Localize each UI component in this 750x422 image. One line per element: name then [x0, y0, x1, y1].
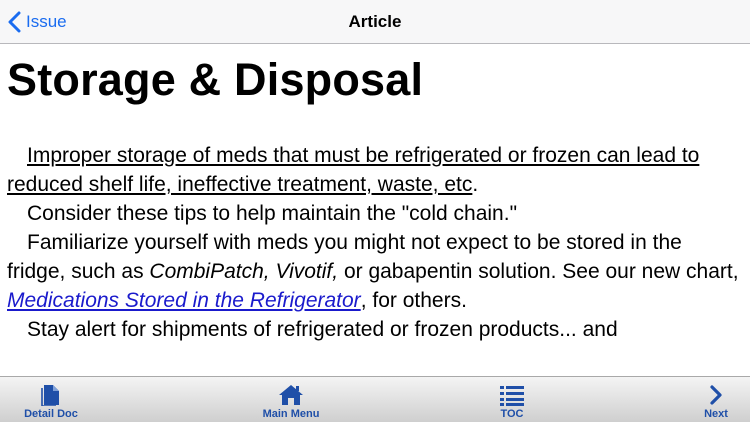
home-icon	[278, 377, 304, 406]
bottom-toolbar: Detail Doc Main Menu TOC Next	[0, 376, 750, 422]
main-menu-button[interactable]: Main Menu	[256, 377, 326, 422]
chevron-right-icon	[709, 377, 723, 406]
next-label: Next	[704, 408, 728, 420]
paragraph-1: Improper storage of meds that must be re…	[7, 141, 743, 199]
paragraph-3-text-c: , for others.	[360, 289, 467, 312]
paragraph-2: Consider these tips to help maintain the…	[27, 202, 518, 225]
refrigerated-meds-chart-link[interactable]: Medications Stored in the Refrigerator	[7, 289, 361, 312]
app-screen: Issue Article Storage & Disposal Imprope…	[0, 0, 750, 422]
toc-button[interactable]: TOC	[490, 377, 534, 422]
paragraph-1-period: .	[472, 173, 479, 196]
paragraph-3-drug-names: CombiPatch, Vivotif,	[149, 260, 339, 283]
paragraph-3: Familiarize yourself with meds you might…	[7, 228, 743, 315]
paragraph-3-text-b: or gabapentin solution. See our new char…	[338, 260, 739, 283]
article-title: Storage & Disposal	[7, 54, 424, 105]
main-menu-label: Main Menu	[262, 408, 320, 420]
navigation-bar: Issue Article	[0, 0, 750, 44]
toc-label: TOC	[500, 408, 524, 420]
paragraph-1-text: Improper storage of meds that must be re…	[7, 144, 700, 196]
list-icon	[499, 377, 525, 406]
detail-doc-button[interactable]: Detail Doc	[18, 377, 84, 422]
document-icon	[41, 377, 61, 406]
next-button[interactable]: Next	[698, 377, 734, 422]
detail-doc-label: Detail Doc	[24, 408, 78, 420]
nav-title: Article	[348, 12, 402, 31]
article-content[interactable]: Storage & Disposal Improper storage of m…	[0, 45, 750, 376]
paragraph-4: Stay alert for shipments of refrigerated…	[27, 318, 618, 341]
